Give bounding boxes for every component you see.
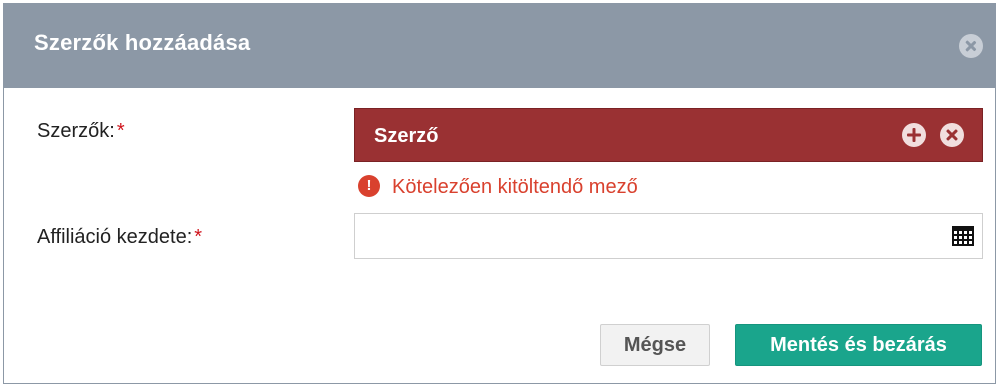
add-authors-dialog: Szerzők hozzáadása Szerzők: * Szerző ! Kö… (3, 3, 996, 384)
required-marker: * (194, 226, 203, 248)
close-icon[interactable] (959, 34, 983, 58)
authors-field[interactable]: Szerző (354, 108, 983, 162)
required-marker: * (116, 120, 125, 142)
remove-author-icon[interactable] (940, 123, 964, 147)
affiliation-start-label-text: Affiliáció kezdete: (37, 226, 193, 248)
dialog-header: Szerzők hozzáadása (4, 4, 995, 88)
affiliation-start-date-input[interactable] (354, 213, 983, 259)
save-and-close-button[interactable]: Mentés és bezárás (735, 324, 982, 366)
add-author-icon[interactable] (902, 123, 926, 147)
authors-label: Szerzők: * (37, 120, 125, 143)
affiliation-start-label: Affiliáció kezdete: * (37, 226, 202, 249)
cancel-button[interactable]: Mégse (600, 324, 710, 366)
authors-placeholder: Szerző (374, 125, 439, 147)
error-icon: ! (358, 175, 380, 197)
dialog-title: Szerzők hozzáadása (34, 30, 251, 55)
authors-error-text: Kötelezően kitöltendő mező (392, 176, 638, 198)
authors-label-text: Szerzők: (37, 120, 115, 142)
calendar-icon[interactable] (952, 226, 974, 246)
dialog-body: Szerzők: * Szerző ! Kötelezően kitöltendő… (9, 88, 994, 382)
